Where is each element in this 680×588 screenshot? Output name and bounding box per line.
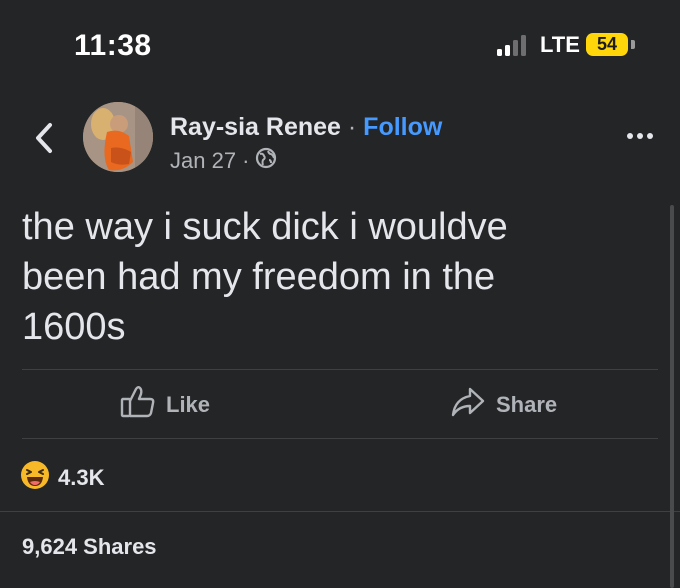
like-button[interactable]: Like [120,385,210,425]
divider [22,438,658,439]
author-name[interactable]: Ray-sia Renee [170,113,341,141]
divider [22,369,658,370]
meta-separator: · [242,148,250,173]
post-text: the way i suck dick i wouldve been had m… [22,202,622,352]
follow-button[interactable]: Follow [363,113,442,141]
battery-icon: 54 [586,33,628,56]
laughing-emoji-icon [20,460,50,496]
battery-level: 54 [596,34,618,54]
post-text-line: 1600s [22,306,126,348]
reaction-count: 4.3K [58,465,105,490]
post-text-line: been had my freedom in the [22,256,496,298]
shares-count[interactable]: 9,624 Shares [22,534,157,560]
post-text-line: the way i suck dick i wouldve [22,206,508,248]
reaction-summary[interactable]: 4.3K [20,460,104,496]
signal-strength-icon [497,34,526,56]
post-date[interactable]: Jan 27 [170,148,236,174]
globe-icon [255,147,277,175]
share-button[interactable]: Share [450,385,557,425]
network-type: LTE [540,32,580,57]
chevron-left-icon[interactable] [24,118,64,158]
scrollbar[interactable] [670,205,674,588]
share-arrow-icon [450,387,486,423]
author-separator: · [347,113,357,141]
share-label: Share [496,392,558,417]
thumbs-up-icon [120,385,156,425]
post-author-line: Ray-sia Renee · Follow [170,113,442,142]
divider [0,511,680,512]
battery-cap [631,40,635,49]
post-meta: Jan 27 · [170,147,277,175]
avatar[interactable] [83,102,153,172]
more-horizontal-icon[interactable] [620,124,660,148]
like-label: Like [166,392,211,417]
post-screen: 11:38 LTE 54 Ray-sia Renee · Follow Jan … [0,0,680,588]
status-time: 11:38 [74,29,152,62]
status-bar: 11:38 LTE 54 [0,0,680,90]
